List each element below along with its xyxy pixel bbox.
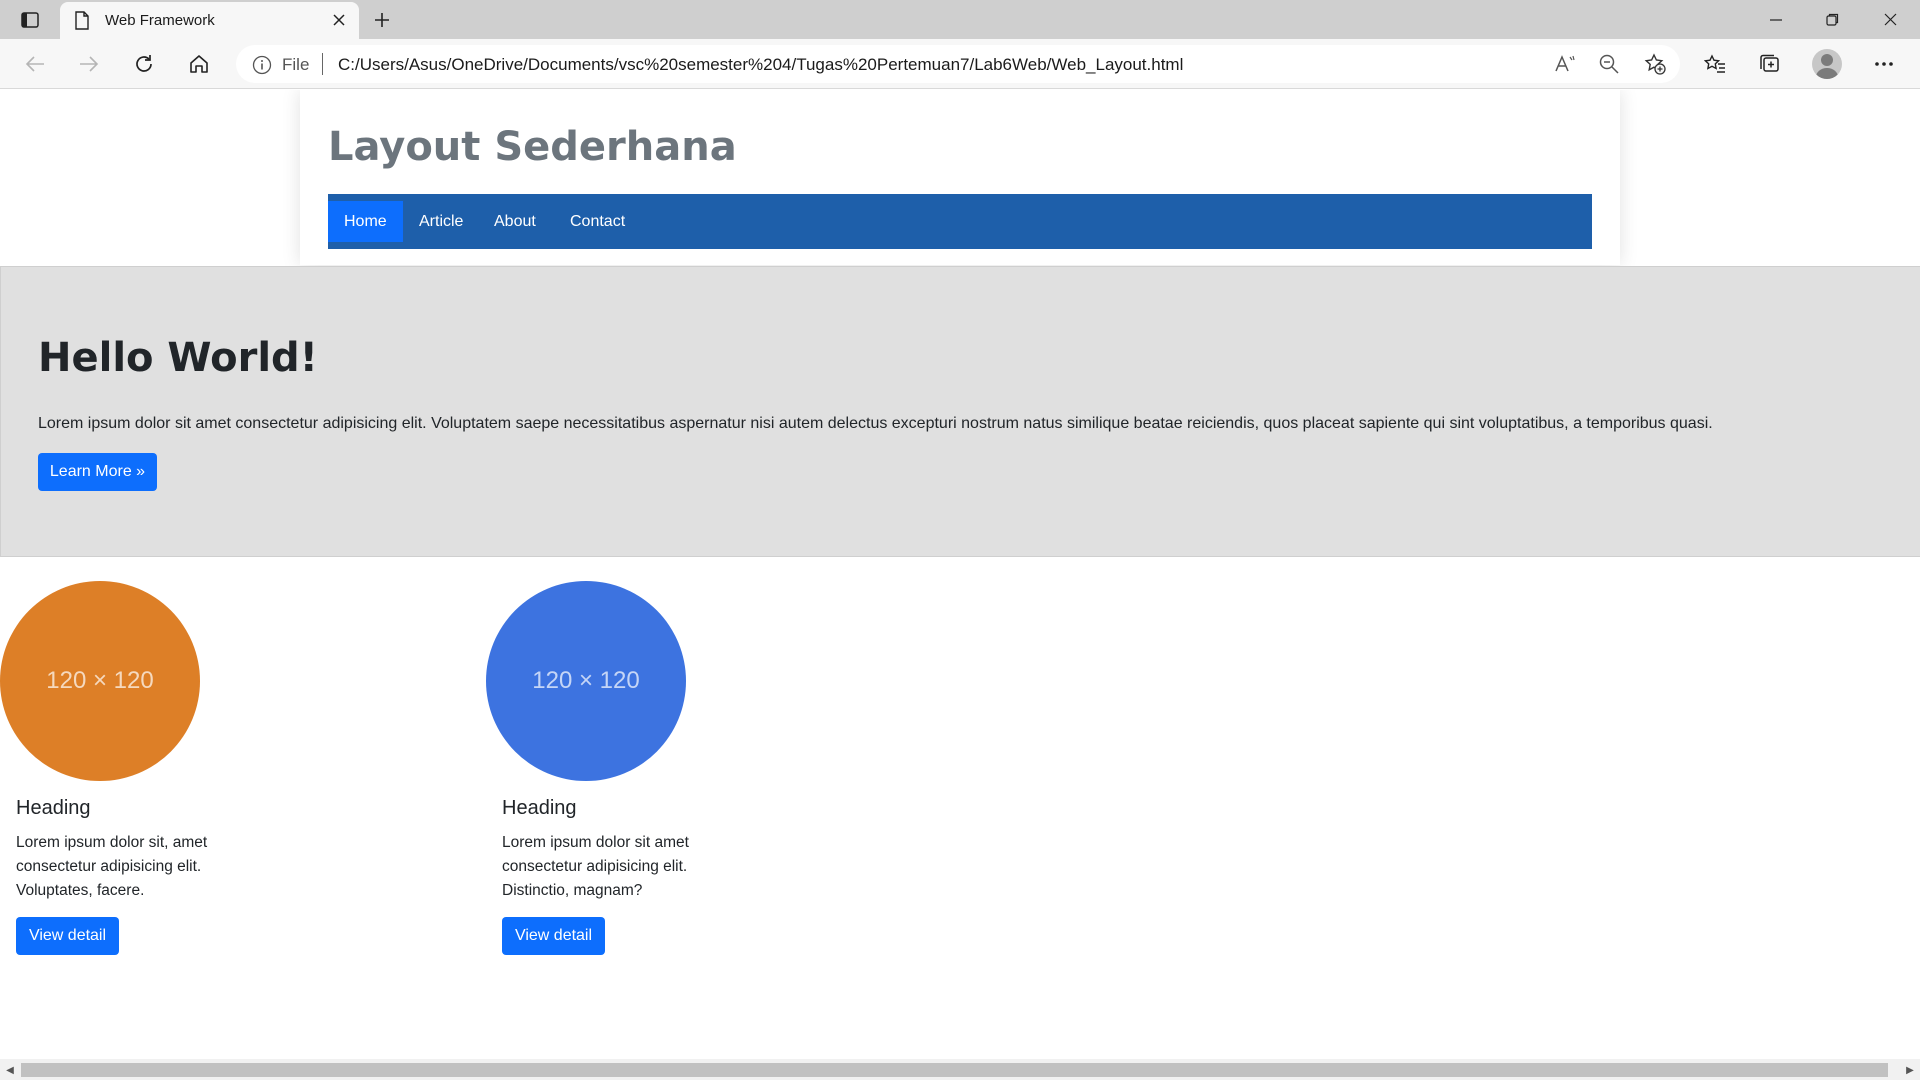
favorites-icon[interactable] [1698,48,1732,80]
profile-icon[interactable] [1812,49,1842,79]
minimize-icon[interactable] [1748,0,1804,39]
refresh-icon[interactable] [127,48,161,80]
back-icon[interactable] [18,48,52,80]
url-scheme-label: File [282,55,310,74]
navbar: Home Article About Contact [328,194,1592,249]
address-separator [322,53,323,75]
info-icon[interactable] [252,55,272,80]
image-size-label: 120 × 120 [532,667,640,694]
image-size-label: 120 × 120 [46,667,154,694]
scroll-right-icon[interactable]: ▶ [1903,1063,1917,1077]
forward-icon[interactable] [72,48,106,80]
avatar-head [1821,54,1833,66]
browser-tab[interactable]: Web Framework [60,2,359,39]
site-header: Layout Sederhana Home Article About Cont… [300,90,1620,265]
nav-home[interactable]: Home [328,201,403,242]
tab-title: Web Framework [105,12,215,29]
hero-text: Lorem ipsum dolor sit amet consectetur a… [38,415,1713,432]
zoom-out-icon[interactable] [1596,52,1622,76]
card-text: Lorem ipsum dolor sit amet consectetur a… [502,834,689,899]
card-text: Lorem ipsum dolor sit, amet consectetur … [16,834,208,899]
close-icon[interactable] [329,10,349,30]
avatar-body [1816,68,1838,79]
card-heading: Heading [502,797,577,819]
add-favorite-icon[interactable] [1642,52,1668,76]
window-close-icon[interactable] [1862,0,1918,39]
more-icon[interactable] [1867,48,1901,80]
site-title: Layout Sederhana [328,124,737,170]
nav-about[interactable]: About [478,201,552,242]
card-1: 120 × 120 Heading Lorem ipsum dolor sit,… [0,581,420,961]
tab-actions-icon[interactable] [14,6,46,34]
collections-icon[interactable] [1753,48,1787,80]
home-icon[interactable] [182,48,216,80]
page-icon [74,11,90,35]
restore-icon[interactable] [1804,0,1860,39]
card-heading: Heading [16,797,91,819]
learn-more-button[interactable]: Learn More » [38,453,157,491]
card-image-placeholder: 120 × 120 [486,581,686,781]
hero-heading: Hello World! [38,335,318,381]
nav-contact[interactable]: Contact [554,201,641,242]
horizontal-scrollbar[interactable]: ◀ ▶ [0,1059,1920,1080]
page-viewport: Layout Sederhana Home Article About Cont… [0,90,1920,1059]
browser-toolbar: File C:/Users/Asus/OneDrive/Documents/vs… [0,39,1920,89]
nav-article[interactable]: Article [403,201,479,242]
browser-tab-bar: Web Framework [0,0,1920,39]
view-detail-button[interactable]: View detail [502,917,605,955]
scrollbar-thumb[interactable] [21,1063,1888,1077]
hero-section: Hello World! Lorem ipsum dolor sit amet … [0,266,1920,557]
card-image-placeholder: 120 × 120 [0,581,200,781]
plus-icon[interactable] [368,6,396,34]
view-detail-button[interactable]: View detail [16,917,119,955]
url-text[interactable]: C:/Users/Asus/OneDrive/Documents/vsc%20s… [338,55,1183,75]
address-bar[interactable]: File C:/Users/Asus/OneDrive/Documents/vs… [236,45,1680,83]
read-aloud-icon[interactable] [1552,52,1578,76]
scroll-left-icon[interactable]: ◀ [3,1063,17,1077]
card-2: 120 × 120 Heading Lorem ipsum dolor sit … [486,581,906,961]
